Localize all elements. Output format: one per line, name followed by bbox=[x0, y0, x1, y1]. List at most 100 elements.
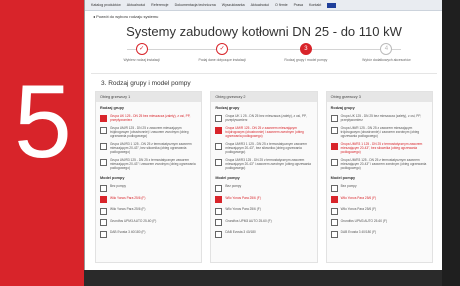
pump-model-title: Model pompy bbox=[330, 176, 356, 180]
checkbox[interactable] bbox=[100, 184, 107, 192]
pump-option[interactable]: Wilo Yonos Para 25/6 (F) bbox=[211, 205, 316, 217]
group-option-label: Grupa UM/R3 125 - DN 25 z termostatyczny… bbox=[110, 158, 196, 170]
section-title: 3. Rodzaj grupy i model pompy bbox=[91, 73, 437, 91]
pump-option[interactable]: Bez pompy bbox=[327, 182, 432, 194]
checkbox[interactable] bbox=[330, 184, 338, 192]
group-option[interactable]: Grupa UM/R3 1 125 - DN 25 z termostatycz… bbox=[327, 140, 432, 156]
pump-option[interactable]: DAB Evosta 3 40/180 (F) bbox=[327, 228, 432, 240]
step-2[interactable]: ✓ Podaj dane dotyczące instalacji bbox=[187, 43, 257, 62]
group-type-title: Rodzaj grupy bbox=[330, 106, 355, 110]
group-option-label: Grupa UM/R 125 - DN 25 z zaworem mieszaj… bbox=[225, 126, 304, 138]
checkbox[interactable] bbox=[215, 207, 223, 215]
pump-option-label: Wilo Yonos Para 25/6 (F) bbox=[340, 195, 377, 200]
pump-option-label: Grundfos UPM3 AUTO 25-60 (F) bbox=[110, 218, 157, 223]
nav-item[interactable]: Referencje bbox=[151, 3, 168, 7]
nav-item[interactable]: Aktualności bbox=[127, 3, 145, 7]
checkbox[interactable] bbox=[100, 142, 107, 150]
pump-option[interactable]: Wilo Yonos Para 25/6 (F) bbox=[96, 194, 201, 206]
checkbox[interactable] bbox=[100, 114, 107, 122]
top-navigation: Katalog produktów Aktualności Referencje… bbox=[85, 0, 443, 11]
circuit-header: Obieg grzewczy 2 bbox=[211, 92, 317, 102]
group-option[interactable]: Grupa UM/R 125 - DN 25 z zaworem mieszaj… bbox=[211, 124, 316, 140]
step-number: 3 bbox=[299, 43, 312, 55]
checkbox[interactable] bbox=[215, 114, 223, 122]
checkbox[interactable] bbox=[100, 207, 107, 215]
checkbox[interactable] bbox=[330, 207, 338, 215]
checkbox[interactable] bbox=[100, 158, 107, 166]
pump-option[interactable]: Wilo Yonos Para 25/6 (F) bbox=[96, 205, 201, 217]
group-option-label: Grupa UM/R3 125 - DN 25 z termostatyczny… bbox=[340, 158, 427, 170]
group-option[interactable]: Grupa UM/R3 1 125 - DN 25 z termostatycz… bbox=[96, 140, 201, 156]
pump-option[interactable]: DAB Evosta 3 40/180 bbox=[211, 228, 316, 240]
circuit-header: Obieg grzewczy 1 bbox=[96, 92, 202, 102]
group-option-label: Grupa UK 125 - DN 25 bez mieszacza (zale… bbox=[340, 114, 422, 122]
nav-item[interactable]: Kontakt bbox=[309, 3, 321, 7]
group-option[interactable]: Grupa UM/R 125 - DN 25 z zaworem mieszaj… bbox=[327, 124, 432, 140]
group-option[interactable]: Grupa UK 125 - DN 25 bez mieszacza (zale… bbox=[327, 112, 432, 124]
group-option[interactable]: Grupa UM/R3 125 - DN 25 z termostatyczny… bbox=[211, 156, 316, 172]
nav-item[interactable]: O firmie bbox=[275, 3, 288, 7]
checkbox[interactable] bbox=[215, 219, 223, 226]
nav-item[interactable]: Wyszukiwarka bbox=[222, 3, 245, 7]
step-4[interactable]: 4 Wybór dodatkowych akcesoriów bbox=[351, 43, 421, 62]
group-type-title: Rodzaj grupy bbox=[215, 106, 240, 110]
group-option[interactable]: Grupa UM/R3 1 125 - DN 25 z termostatycz… bbox=[211, 140, 316, 156]
checkbox[interactable] bbox=[330, 230, 338, 238]
browser-screen: Katalog produktów Aktualności Referencje… bbox=[84, 0, 443, 270]
badge-number: 5 bbox=[14, 64, 72, 180]
pump-option[interactable]: Grundfos UPM3 AUTO 25-60 (F) bbox=[327, 217, 432, 229]
step-number: 4 bbox=[380, 43, 393, 55]
checkbox[interactable] bbox=[215, 230, 223, 238]
group-option[interactable]: Grupa UK 1 25 - DN 25 bez mieszacza (zal… bbox=[211, 112, 316, 124]
group-option[interactable]: Grupa UM/R3 125 - DN 25 z termostatyczny… bbox=[96, 156, 201, 172]
back-link[interactable]: ◂ Powrót do wyboru rodzaju systemu bbox=[85, 11, 443, 22]
pump-option-label: Wilo Yonos Para 25/6 (F) bbox=[110, 207, 146, 211]
step-1[interactable]: ✓ Wybierz rodzaj instalacji bbox=[107, 43, 177, 62]
checkbox[interactable] bbox=[100, 196, 107, 203]
checkbox[interactable] bbox=[100, 219, 107, 226]
pump-option-label: Wilo Yonos Para 25/6 (F) bbox=[340, 207, 377, 211]
checkbox[interactable] bbox=[100, 126, 107, 134]
group-option-label: Grupa UK 125 - DN 25 bez mieszacza (zale… bbox=[110, 114, 191, 122]
pump-option-label: Bez pompy bbox=[225, 184, 242, 188]
pump-option-label: DAB Evosta 3 40/180 (F) bbox=[110, 230, 146, 234]
nav-item[interactable]: Prasa bbox=[294, 3, 303, 7]
nav-item[interactable]: Katalog produktów bbox=[91, 3, 121, 7]
step-3[interactable]: 3 Rodzaj grupy i model pompy bbox=[271, 43, 341, 62]
checkbox[interactable] bbox=[215, 196, 223, 203]
checkbox[interactable] bbox=[215, 158, 223, 166]
checkbox[interactable] bbox=[215, 126, 223, 134]
checkbox[interactable] bbox=[330, 158, 338, 166]
group-option[interactable]: Grupa UM/R 125 - DN 25 z zaworem mieszaj… bbox=[96, 124, 201, 140]
group-option[interactable]: Grupa UK 125 - DN 25 bez mieszacza (zale… bbox=[96, 112, 201, 124]
checkbox[interactable] bbox=[215, 142, 223, 150]
checkbox[interactable] bbox=[330, 126, 338, 134]
checkbox[interactable] bbox=[330, 142, 338, 150]
checkbox[interactable] bbox=[215, 184, 223, 192]
checkbox[interactable] bbox=[330, 114, 338, 122]
pump-option[interactable]: Bez pompy bbox=[96, 182, 201, 194]
pump-option[interactable]: Bez pompy bbox=[211, 182, 316, 194]
group-option-label: Grupa UM/R 125 - DN 25 z zaworem mieszaj… bbox=[340, 126, 420, 138]
step-label: Wybierz rodzaj instalacji bbox=[123, 58, 160, 62]
step-label: Rodzaj grupy i model pompy bbox=[284, 58, 328, 62]
pump-option-label: Grundfos UPM3 AUTO 25-60 (F) bbox=[340, 218, 388, 223]
checkbox[interactable] bbox=[100, 230, 107, 238]
pump-option[interactable]: Grundfos UPM3 AUTO 25-60 (F) bbox=[96, 217, 201, 229]
pump-option[interactable]: Wilo Yonos Para 25/6 (F) bbox=[327, 194, 432, 206]
photo-frame: 5 Katalog produktów Aktualności Referenc… bbox=[0, 0, 460, 286]
pump-option[interactable]: Wilo Yonos Para 25/6 (F) bbox=[327, 205, 432, 217]
pump-option-label: Wilo Yonos Para 25/6 (F) bbox=[225, 195, 261, 200]
back-link-label: Powrót do wyboru rodzaju systemu bbox=[96, 14, 159, 19]
checkbox[interactable] bbox=[330, 219, 338, 226]
pump-option[interactable]: Wilo Yonos Para 25/6 (F) bbox=[211, 194, 316, 206]
progress-steps: ✓ Wybierz rodzaj instalacji ✓ Podaj dane… bbox=[103, 41, 425, 71]
checkbox[interactable] bbox=[330, 196, 338, 203]
pump-option[interactable]: Grundfos UPM3 AUTO 25-60 (F) bbox=[211, 217, 316, 229]
pump-model-title: Model pompy bbox=[100, 176, 125, 180]
nav-item[interactable]: Dokumentacja techniczna bbox=[175, 3, 216, 7]
pump-option[interactable]: DAB Evosta 3 40/180 (F) bbox=[96, 228, 201, 240]
nav-item[interactable]: Aktualności bbox=[251, 3, 269, 7]
group-option[interactable]: Grupa UM/R3 125 - DN 25 z termostatyczny… bbox=[327, 156, 432, 172]
pump-option-label: DAB Evosta 3 40/180 bbox=[225, 230, 256, 234]
